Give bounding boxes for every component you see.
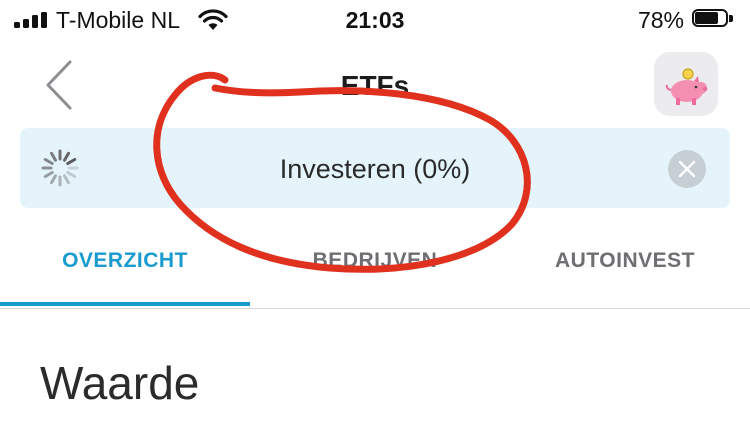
close-banner-button[interactable] [668, 150, 706, 188]
banner-status-text: Investeren (0%) [279, 154, 471, 184]
status-bar: T-Mobile NL 21:03 78% [0, 0, 750, 42]
investing-status-banner: Investeren (0%) [20, 128, 730, 208]
close-circle-icon [678, 160, 696, 178]
battery-percentage: 78% [637, 7, 684, 33]
section-title: Waarde [40, 357, 200, 409]
tab-bar: OVERZICHT BEDRIJVEN AUTOINVEST [0, 228, 750, 309]
piggy-bank-button[interactable] [654, 52, 718, 116]
battery-icon [692, 9, 736, 29]
tab-bedrijven[interactable]: BEDRIJVEN [250, 228, 500, 306]
tab-overzicht[interactable]: OVERZICHT [0, 228, 250, 306]
page-title: ETFs [340, 70, 410, 101]
piggy-bank-icon [665, 68, 708, 105]
tab-autoinvest[interactable]: AUTOINVEST [500, 228, 750, 306]
